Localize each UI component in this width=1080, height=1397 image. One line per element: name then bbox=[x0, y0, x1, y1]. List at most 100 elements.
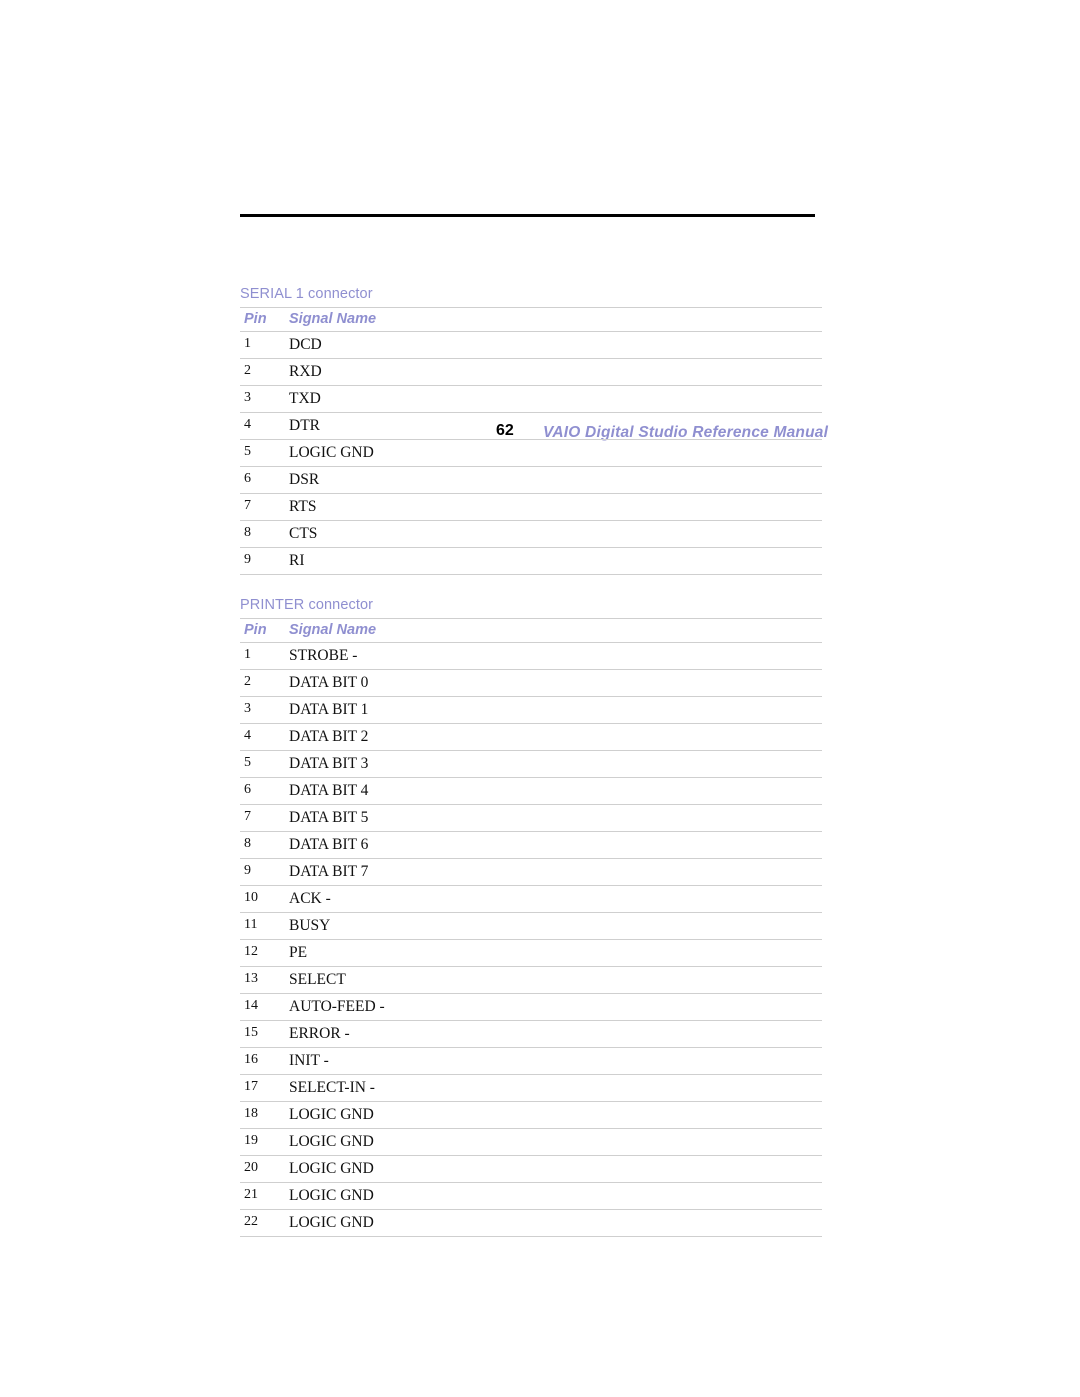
connector-table: PRINTER connector Pin Signal Name 1 STROBE -… bbox=[240, 593, 822, 1237]
table-row: 15 ERROR - bbox=[240, 1021, 822, 1048]
table-row: 2 RXD bbox=[240, 359, 822, 386]
connector-tables: SERIAL 1 connector Pin Signal Name 1 DCD 2 RXD… bbox=[240, 282, 822, 1237]
page-header: 62 VAIO Digital Studio Reference Manual bbox=[240, 205, 828, 441]
table-row: 5 DATA BIT 3 bbox=[240, 751, 822, 778]
table-row: 7 RTS bbox=[240, 494, 822, 521]
table-caption: PRINTER connector bbox=[240, 593, 822, 619]
cell-signal-name: LOGIC GND bbox=[289, 1133, 374, 1150]
table-row: 4 DATA BIT 2 bbox=[240, 724, 822, 751]
cell-signal-name: RXD bbox=[289, 363, 322, 380]
document-page: 62 VAIO Digital Studio Reference Manual … bbox=[0, 0, 1080, 1397]
cell-pin: 8 bbox=[244, 836, 251, 851]
cell-signal-name: STROBE - bbox=[289, 647, 358, 664]
cell-signal-name: TXD bbox=[289, 390, 321, 407]
cell-signal-name: PE bbox=[289, 944, 308, 961]
cell-signal-name: CTS bbox=[289, 525, 318, 542]
cell-signal-name: SELECT-IN - bbox=[289, 1079, 375, 1096]
cell-pin: 5 bbox=[244, 444, 251, 459]
cell-signal-name: DCD bbox=[289, 336, 322, 353]
cell-pin: 20 bbox=[244, 1160, 258, 1175]
cell-pin: 4 bbox=[244, 417, 251, 432]
cell-pin: 17 bbox=[244, 1079, 258, 1094]
table-row: 7 DATA BIT 5 bbox=[240, 805, 822, 832]
cell-signal-name: DATA BIT 3 bbox=[289, 755, 369, 772]
cell-signal-name: AUTO-FEED - bbox=[289, 998, 385, 1015]
cell-pin: 2 bbox=[244, 674, 251, 689]
cell-signal-name: ACK - bbox=[289, 890, 331, 907]
table-row: 8 DATA BIT 6 bbox=[240, 832, 822, 859]
table-row: 4 DTR bbox=[240, 413, 822, 440]
table-row: 11 BUSY bbox=[240, 913, 822, 940]
cell-signal-name: LOGIC GND bbox=[289, 1187, 374, 1204]
cell-pin: 9 bbox=[244, 863, 251, 878]
column-header-signal-name: Signal Name bbox=[289, 311, 377, 327]
cell-pin: 16 bbox=[244, 1052, 258, 1067]
cell-signal-name: INIT - bbox=[289, 1052, 329, 1069]
cell-signal-name: ERROR - bbox=[289, 1025, 350, 1042]
cell-signal-name: DATA BIT 4 bbox=[289, 782, 369, 799]
table-body: 1 DCD 2 RXD 3 TXD 4 DTR 5 LOGIC GND 6 DSR 7 RTS 8 CTS 9 R… bbox=[240, 332, 822, 575]
cell-pin: 9 bbox=[244, 552, 251, 567]
cell-pin: 11 bbox=[244, 917, 258, 932]
cell-signal-name: BUSY bbox=[289, 917, 331, 934]
cell-signal-name: DATA BIT 6 bbox=[289, 836, 369, 853]
cell-pin: 1 bbox=[244, 336, 251, 351]
cell-signal-name: LOGIC GND bbox=[289, 444, 374, 461]
cell-pin: 5 bbox=[244, 755, 251, 770]
table-row: 1 STROBE - bbox=[240, 643, 822, 670]
cell-signal-name: DATA BIT 0 bbox=[289, 674, 369, 691]
cell-signal-name: RTS bbox=[289, 498, 317, 515]
table-caption: SERIAL 1 connector bbox=[240, 282, 822, 308]
cell-pin: 6 bbox=[244, 782, 251, 797]
cell-pin: 4 bbox=[244, 728, 251, 743]
table-header-row: Pin Signal Name bbox=[240, 308, 822, 332]
cell-pin: 18 bbox=[244, 1106, 258, 1121]
column-header-pin: Pin bbox=[244, 311, 267, 327]
cell-pin: 13 bbox=[244, 971, 258, 986]
table-row: 6 DSR bbox=[240, 467, 822, 494]
table-row: 16 INIT - bbox=[240, 1048, 822, 1075]
cell-signal-name: SELECT bbox=[289, 971, 346, 988]
cell-signal-name: DATA BIT 5 bbox=[289, 809, 369, 826]
cell-signal-name: DATA BIT 2 bbox=[289, 728, 369, 745]
cell-pin: 7 bbox=[244, 498, 251, 513]
cell-pin: 3 bbox=[244, 701, 251, 716]
table-row: 3 DATA BIT 1 bbox=[240, 697, 822, 724]
table-row: 9 DATA BIT 7 bbox=[240, 859, 822, 886]
table-row: 5 LOGIC GND bbox=[240, 440, 822, 467]
column-header-signal-name: Signal Name bbox=[289, 622, 377, 638]
cell-signal-name: DSR bbox=[289, 471, 320, 488]
table-row: 3 TXD bbox=[240, 386, 822, 413]
cell-pin: 7 bbox=[244, 809, 251, 824]
cell-pin: 22 bbox=[244, 1214, 258, 1229]
cell-signal-name: DATA BIT 1 bbox=[289, 701, 369, 718]
cell-pin: 6 bbox=[244, 471, 251, 486]
table-row: 1 DCD bbox=[240, 332, 822, 359]
cell-signal-name: RI bbox=[289, 552, 305, 569]
cell-pin: 2 bbox=[244, 363, 251, 378]
table-row: 9 RI bbox=[240, 548, 822, 575]
cell-signal-name: LOGIC GND bbox=[289, 1214, 374, 1231]
cell-pin: 8 bbox=[244, 525, 251, 540]
table-row: 10 ACK - bbox=[240, 886, 822, 913]
connector-table: SERIAL 1 connector Pin Signal Name 1 DCD 2 RXD… bbox=[240, 282, 822, 575]
cell-pin: 12 bbox=[244, 944, 258, 959]
table-row: 6 DATA BIT 4 bbox=[240, 778, 822, 805]
table-row: 18 LOGIC GND bbox=[240, 1102, 822, 1129]
cell-signal-name: LOGIC GND bbox=[289, 1106, 374, 1123]
table-row: 8 CTS bbox=[240, 521, 822, 548]
cell-pin: 3 bbox=[244, 390, 251, 405]
table-row: 2 DATA BIT 0 bbox=[240, 670, 822, 697]
column-header-pin: Pin bbox=[244, 622, 267, 638]
table-row: 13 SELECT bbox=[240, 967, 822, 994]
cell-pin: 19 bbox=[244, 1133, 258, 1148]
table-row: 21 LOGIC GND bbox=[240, 1183, 822, 1210]
cell-pin: 10 bbox=[244, 890, 258, 905]
table-body: 1 STROBE - 2 DATA BIT 0 3 DATA BIT 1 4 DATA BIT… bbox=[240, 643, 822, 1237]
table-row: 17 SELECT-IN - bbox=[240, 1075, 822, 1102]
table-row: 14 AUTO-FEED - bbox=[240, 994, 822, 1021]
cell-signal-name: DATA BIT 7 bbox=[289, 863, 369, 880]
cell-pin: 1 bbox=[244, 647, 251, 662]
table-row: 12 PE bbox=[240, 940, 822, 967]
table-header-row: Pin Signal Name bbox=[240, 619, 822, 643]
